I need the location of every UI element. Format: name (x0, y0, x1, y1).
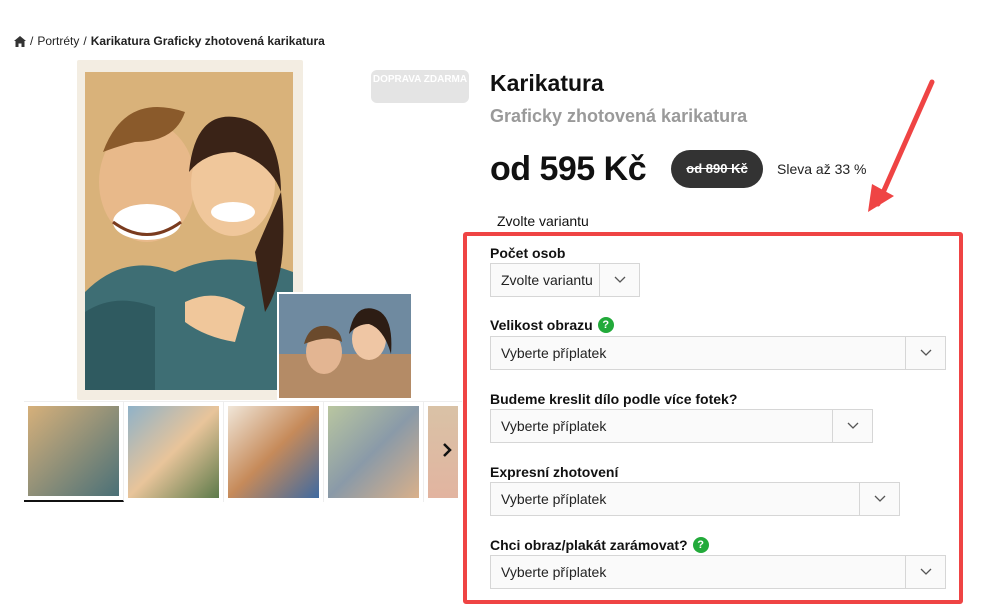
annotation-highlight-box (463, 232, 963, 604)
choose-variant-label: Zvolte variantu (497, 213, 589, 229)
thumbnail-2[interactable] (124, 402, 224, 502)
breadcrumb-separator: / (83, 34, 87, 48)
breadcrumb-item-portraits[interactable]: Portréty (37, 34, 79, 48)
discount-text: Sleva až 33 % (777, 161, 867, 177)
thumbnail-4[interactable] (324, 402, 424, 502)
old-price-badge: od 890 Kč (671, 150, 763, 188)
thumbnail-1[interactable] (24, 402, 124, 502)
breadcrumb-item-current: Karikatura Graficky zhotovená karikatura (90, 34, 325, 48)
product-title: Karikatura (490, 70, 604, 96)
breadcrumb: / Portréty / Karikatura Graficky zhotove… (14, 34, 325, 48)
source-photo-inset (277, 292, 413, 400)
home-icon[interactable] (14, 35, 26, 47)
free-shipping-badge: DOPRAVA ZDARMA (371, 70, 469, 103)
caricature-illustration (85, 72, 293, 390)
thumbnail-3[interactable] (224, 402, 324, 502)
product-subtitle: Graficky zhotovená karikatura (490, 106, 748, 126)
product-main-image[interactable] (77, 60, 303, 400)
source-photo (279, 294, 411, 398)
product-price: od 595 Kč (490, 150, 647, 188)
annotation-arrow-icon (868, 79, 935, 212)
breadcrumb-separator: / (30, 34, 34, 48)
thumbnail-strip (24, 401, 462, 502)
chevron-right-icon[interactable] (440, 440, 460, 462)
caricature-artwork (85, 72, 293, 390)
